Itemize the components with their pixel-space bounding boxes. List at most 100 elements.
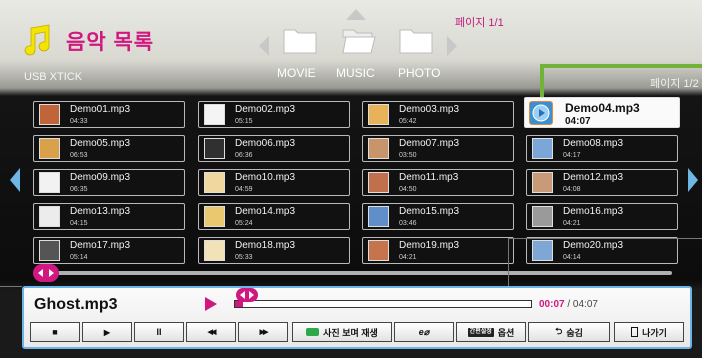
progress-handle[interactable] [236,288,258,302]
file-duration: 04:17 [563,152,581,159]
file-name: Demo10.mp3 [235,172,296,183]
album-art-thumbnail [368,138,389,159]
file-item[interactable]: Demo17.mp3 05:14 [33,237,185,264]
album-art-thumbnail [532,206,553,227]
file-duration: 04:21 [563,220,581,227]
file-name: Demo19.mp3 [399,240,460,251]
file-name: Demo09.mp3 [70,172,131,183]
pause-button[interactable]: II [134,322,184,342]
file-item[interactable]: Demo06.mp3 06:36 [198,135,350,162]
annotation-line [508,238,702,239]
file-item[interactable]: Demo05.mp3 06:53 [33,135,185,162]
album-art-thumbnail [368,104,389,125]
file-item[interactable]: Demo02.mp3 05:15 [198,101,350,128]
stop-icon: ■ [52,327,58,337]
file-duration: 03:50 [399,152,417,159]
folder-icon [399,29,433,54]
file-item[interactable]: Demo12.mp3 04:08 [526,169,678,196]
time-separator: / [564,299,573,310]
rewind-button[interactable]: ◀◀ [186,322,236,342]
scrollbar-handle[interactable] [33,264,59,282]
callout-line [540,64,702,68]
scrollbar-track[interactable] [46,271,672,275]
file-name: Demo03.mp3 [399,104,460,115]
play-button[interactable]: ▶ [82,322,132,342]
file-item[interactable]: Demo13.mp3 04:15 [33,203,185,230]
back-arrow-icon: ⮌ [555,326,563,336]
time-current: 00:07 [539,299,565,310]
quick-menu-key-icon: 간편설정 [467,327,494,337]
prev-page-icon[interactable] [10,168,20,192]
stop-button[interactable]: ■ [30,322,80,342]
page-title: 음악 목록 [66,31,155,54]
file-duration: 04:21 [399,254,417,261]
music-list-screen: 음악 목록 페이지 1/1 MOVIE MUSIC PHOTO USB XTIC… [0,0,702,358]
file-item[interactable]: Demo18.mp3 05:33 [198,237,350,264]
file-item[interactable]: Demo10.mp3 04:59 [198,169,350,196]
file-duration: 04:15 [70,220,88,227]
file-item[interactable]: Demo19.mp3 04:21 [362,237,514,264]
file-name: Demo07.mp3 [399,138,460,149]
page-indicator-top: 페이지 1/1 [455,17,504,29]
file-item[interactable]: Demo04.mp3 04:07 [524,97,680,128]
category-label-music: MUSIC [336,66,375,80]
album-art-thumbnail [39,138,60,159]
album-art-thumbnail [368,240,389,261]
file-name: Demo17.mp3 [70,240,131,251]
album-art-thumbnail [39,240,60,261]
category-music[interactable] [336,26,382,59]
device-name: USB XTICK [24,71,83,83]
file-item[interactable]: Demo15.mp3 03:46 [362,203,514,230]
file-duration: 04:33 [70,118,88,125]
file-name: Demo11.mp3 [399,172,459,183]
file-item[interactable]: Demo14.mp3 05:24 [198,203,350,230]
file-duration: 05:24 [235,220,253,227]
pause-icon: II [156,327,162,337]
category-label-movie: MOVIE [277,66,316,80]
file-duration: 04:14 [563,254,581,261]
exit-button[interactable]: 나가기 [614,322,684,342]
file-item[interactable]: Demo08.mp3 04:17 [526,135,678,162]
album-art-thumbnail [204,104,225,125]
file-item[interactable]: Demo20.mp3 04:14 [526,237,678,264]
album-art-thumbnail [368,172,389,193]
hide-label: 숨김 [566,327,583,338]
hide-button[interactable]: ⮌ 숨김 [528,322,610,342]
exit-icon [631,327,639,337]
file-name: Demo15.mp3 [399,206,460,217]
album-art-thumbnail [529,101,553,125]
album-art-thumbnail [532,240,553,261]
time-total: 04:07 [572,299,598,310]
category-movie[interactable] [277,26,323,59]
slideshow-label: 사진 보며 재생 [323,327,378,338]
category-photo[interactable] [393,26,439,59]
album-art-thumbnail [204,172,225,193]
file-item[interactable]: Demo01.mp3 04:33 [33,101,185,128]
file-item[interactable]: Demo07.mp3 03:50 [362,135,514,162]
slideshow-button[interactable]: 사진 보며 재생 [292,322,392,342]
file-duration: 05:42 [399,118,417,125]
category-prev-icon[interactable] [259,36,269,56]
file-item[interactable]: Demo11.mp3 04:50 [362,169,514,196]
album-art-thumbnail [39,172,60,193]
file-name: Demo02.mp3 [235,104,296,115]
file-duration: 05:15 [235,118,253,125]
file-name: Demo01.mp3 [70,104,131,115]
file-item[interactable]: Demo03.mp3 05:42 [362,101,514,128]
next-page-icon[interactable] [688,168,698,192]
exit-label: 나가기 [642,327,667,338]
play-icon: ▶ [103,327,111,337]
category-next-icon[interactable] [447,36,457,56]
energy-saving-button[interactable]: e⌀ [394,322,454,342]
file-name: Demo14.mp3 [235,206,296,217]
file-item[interactable]: Demo16.mp3 04:21 [526,203,678,230]
arrow-up-icon[interactable] [346,9,366,20]
options-button[interactable]: 간편설정 옵션 [456,322,526,342]
progress-bar[interactable] [234,300,532,308]
file-item[interactable]: Demo09.mp3 06:35 [33,169,185,196]
album-art-thumbnail [532,172,553,193]
album-art-thumbnail [39,104,60,125]
now-playing-title: Ghost.mp3 [34,296,118,313]
fast-forward-button[interactable]: ▶▶ [238,322,288,342]
file-name: Demo12.mp3 [563,172,624,183]
